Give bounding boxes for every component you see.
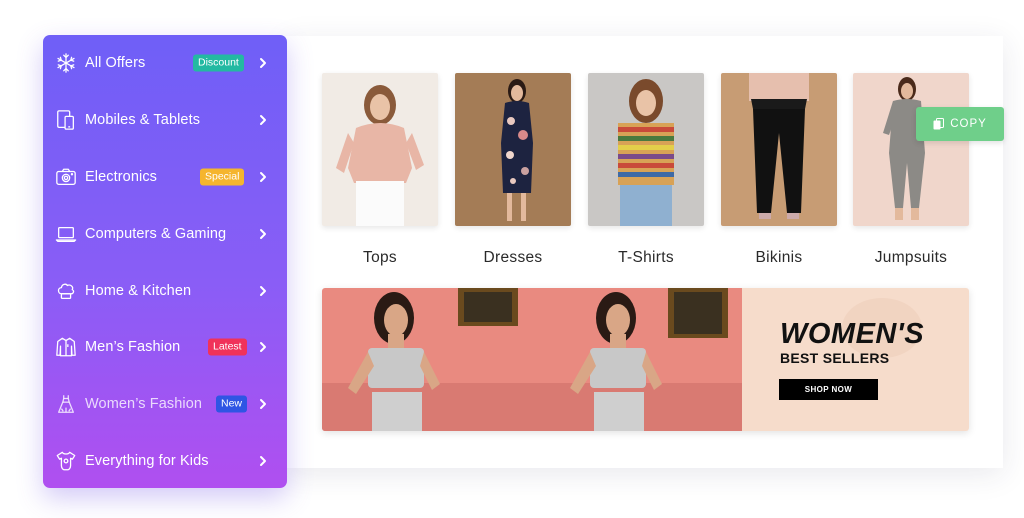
copy-button-label: COPY — [950, 118, 987, 130]
sidebar-item-label: Women’s Fashion — [85, 396, 203, 413]
jumpsuits-image[interactable] — [853, 73, 969, 226]
sidebar-item-home-kitchen[interactable]: Home & Kitchen — [43, 262, 287, 319]
chevron-right-icon — [260, 285, 266, 296]
new-badge: New — [216, 395, 248, 413]
category-t-shirts[interactable]: T-Shirts — [588, 73, 704, 267]
dresses-image[interactable] — [455, 73, 571, 226]
sidebar-item-electronics[interactable]: Electronics Special — [43, 149, 287, 206]
sidebar-item-mens-fashion[interactable]: Men’s Fashion Latest — [43, 319, 287, 376]
sidebar-item-label: Home & Kitchen — [85, 282, 192, 299]
laptop-icon — [55, 223, 77, 245]
category-dresses[interactable]: Dresses — [455, 73, 571, 267]
t-shirts-image[interactable] — [588, 73, 704, 226]
category-label: Tops — [363, 249, 397, 266]
category-bikinis[interactable]: Bikinis — [721, 73, 837, 267]
chevron-right-icon — [260, 115, 266, 126]
category-label: T-Shirts — [618, 249, 674, 266]
snowflake-icon — [55, 52, 77, 74]
banner-headline: WOMEN'S — [780, 318, 925, 350]
bikinis-image[interactable] — [721, 73, 837, 226]
chef-hat-icon — [55, 280, 77, 302]
sidebar-item-computers-gaming[interactable]: Computers & Gaming — [43, 205, 287, 262]
jacket-icon — [55, 336, 77, 358]
latest-badge: Latest — [208, 338, 247, 356]
dress-icon — [55, 393, 77, 415]
category-label: Dresses — [483, 249, 543, 266]
sidebar-item-label: Computers & Gaming — [85, 225, 227, 242]
sidebar-item-label: Everything for Kids — [85, 452, 209, 469]
banner-subhead: BEST SELLERS — [780, 350, 890, 366]
copy-icon — [933, 118, 945, 130]
chevron-right-icon — [260, 171, 266, 182]
sidebar-item-label: Electronics — [85, 168, 158, 185]
tops-image[interactable] — [322, 73, 438, 226]
category-tops[interactable]: Tops — [322, 73, 438, 267]
sidebar-item-womens-fashion[interactable]: Women’s Fashion New — [43, 376, 287, 433]
womens-best-sellers-banner[interactable]: WOMEN'S BEST SELLERS SHOP NOW — [322, 288, 969, 431]
shop-now-button[interactable]: SHOP NOW — [779, 379, 878, 400]
baby-onesie-icon — [55, 450, 77, 472]
chevron-right-icon — [260, 455, 266, 466]
category-label: Bikinis — [755, 249, 803, 266]
discount-badge: Discount — [193, 54, 244, 72]
sidebar-item-everything-for-kids[interactable]: Everything for Kids — [43, 433, 287, 490]
category-label: Jumpsuits — [874, 249, 948, 266]
camera-icon — [55, 166, 77, 188]
sidebar-item-mobiles-tablets[interactable]: Mobiles & Tablets — [43, 92, 287, 149]
sidebar-item-all-offers[interactable]: All Offers Discount — [43, 35, 287, 92]
mobile-tablet-icon — [55, 109, 77, 131]
chevron-right-icon — [260, 399, 266, 410]
chevron-right-icon — [260, 58, 266, 69]
category-sidebar: All Offers Discount Mobiles & Tablets El… — [43, 35, 287, 488]
sidebar-item-label: All Offers — [85, 55, 146, 72]
copy-button[interactable]: COPY — [916, 107, 1004, 141]
special-badge: Special — [200, 168, 245, 186]
chevron-right-icon — [260, 342, 266, 353]
sidebar-item-label: Mobiles & Tablets — [85, 112, 201, 129]
category-jumpsuits[interactable]: Jumpsuits — [853, 73, 969, 267]
sidebar-item-label: Men’s Fashion — [85, 339, 181, 356]
chevron-right-icon — [260, 228, 266, 239]
